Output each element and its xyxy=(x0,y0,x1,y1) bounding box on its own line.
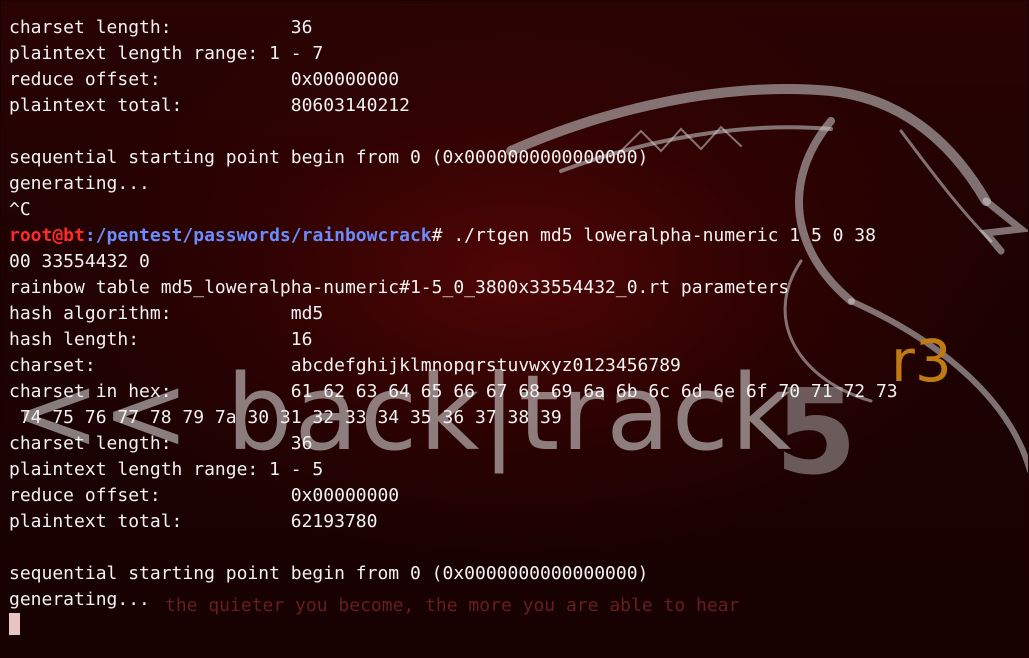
output-line: generating... xyxy=(9,173,150,194)
output-line: plaintext total: 80603140212 xyxy=(9,95,410,116)
prompt-separator: : xyxy=(84,225,96,246)
terminal-window[interactable]: << back|track 5 r3 the quieter you becom… xyxy=(0,0,1029,658)
terminal-output[interactable]: charset length: 36 plaintext length rang… xyxy=(9,15,1025,657)
prompt-symbol: # xyxy=(431,225,454,246)
output-line: charset: abcdefghijklmnopqrstuvwxyz01234… xyxy=(9,355,681,376)
prompt-command-wrap: 00 33554432 0 xyxy=(9,251,150,272)
output-line: charset length: 36 xyxy=(9,17,313,38)
prompt-line: root@bt:/pentest/passwords/rainbowcrack#… xyxy=(9,223,1025,249)
output-line: ^C xyxy=(9,199,31,220)
output-line: plaintext length range: 1 - 7 xyxy=(9,43,324,64)
prompt-command: ./rtgen md5 loweralpha-numeric 1 5 0 38 xyxy=(453,225,876,246)
output-line: 74 75 76 77 78 79 7a 30 31 32 33 34 35 3… xyxy=(9,407,562,428)
output-line: reduce offset: 0x00000000 xyxy=(9,485,400,506)
prompt-path: /pentest/passwords/rainbowcrack xyxy=(95,225,432,246)
output-line: hash algorithm: md5 xyxy=(9,303,324,324)
block-cursor xyxy=(9,613,20,635)
output-line: plaintext total: 62193780 xyxy=(9,511,378,532)
output-line: generating... xyxy=(9,589,150,610)
prompt-user-host: root@bt xyxy=(9,225,85,246)
output-line: charset length: 36 xyxy=(9,433,313,454)
output-line: sequential starting point begin from 0 (… xyxy=(9,147,649,168)
output-line: sequential starting point begin from 0 (… xyxy=(9,563,649,584)
output-line: charset in hex: 61 62 63 64 65 66 67 68 … xyxy=(9,381,898,402)
output-line: rainbow table md5_loweralpha-numeric#1-5… xyxy=(9,277,790,298)
output-line: hash length: 16 xyxy=(9,329,313,350)
output-line: reduce offset: 0x00000000 xyxy=(9,69,400,90)
input-line[interactable] xyxy=(9,613,1025,639)
output-line: plaintext length range: 1 - 5 xyxy=(9,459,324,480)
